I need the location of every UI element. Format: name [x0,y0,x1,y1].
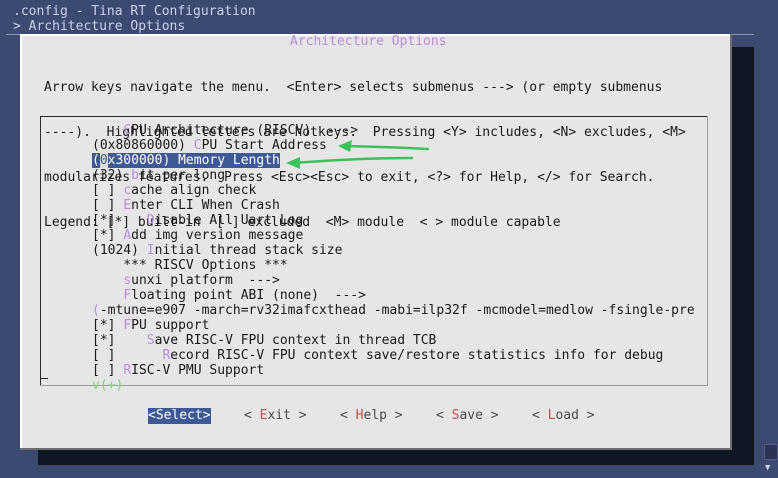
annotation-arrow-start-address [338,140,430,152]
scroll-down-arrow-icon[interactable]: ▼ [765,463,770,473]
annotation-arrow-memory-length [286,156,414,169]
scrollbar-thumb[interactable] [764,444,778,460]
terminal-scrollbar[interactable]: ▼ [762,0,778,478]
annotation-arrows [286,140,430,169]
